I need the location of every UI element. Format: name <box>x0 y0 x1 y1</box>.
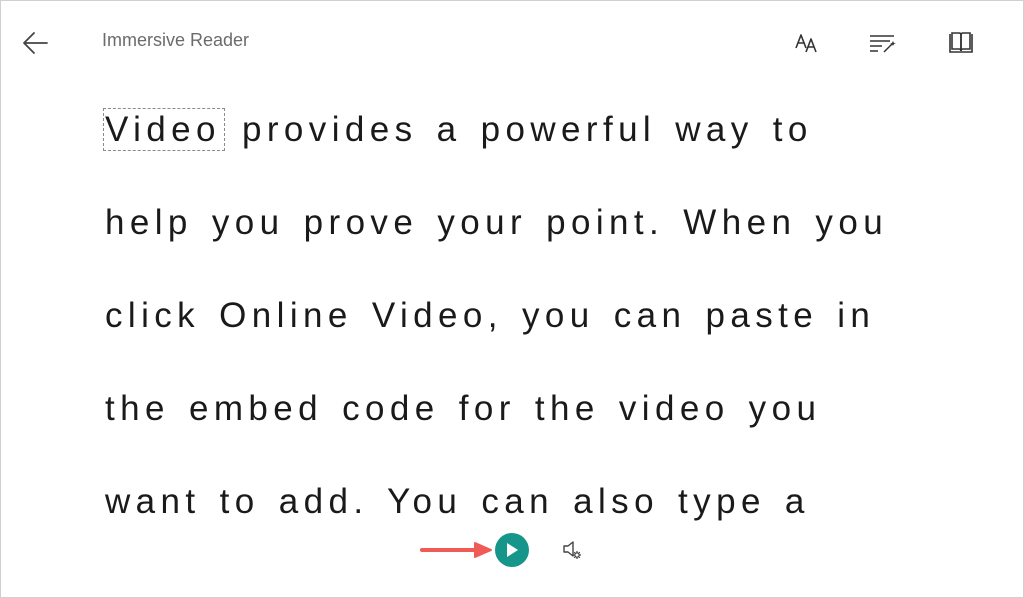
immersive-reader-window: Immersive Reader Video provides a powerf… <box>0 0 1024 598</box>
reading-content: Video provides a powerful way to help yo… <box>103 95 985 560</box>
back-button[interactable] <box>15 23 55 63</box>
grammar-options-button[interactable] <box>863 23 903 63</box>
playback-controls <box>1 531 1023 571</box>
focused-word[interactable]: Video <box>103 108 225 151</box>
reading-line: the embed code for the video you <box>105 389 822 428</box>
arrow-left-icon <box>23 32 48 54</box>
voice-settings-button[interactable] <box>557 535 587 565</box>
grammar-options-icon <box>870 35 896 53</box>
reading-line: help you prove your point. When you <box>105 203 889 242</box>
line-text: provides a powerful way to <box>222 110 813 149</box>
text-size-icon <box>795 34 817 53</box>
reading-line: Video provides a powerful way to <box>103 95 985 188</box>
play-button[interactable] <box>495 533 529 567</box>
play-icon <box>507 543 518 557</box>
text-preferences-button[interactable] <box>788 23 828 63</box>
app-title: Immersive Reader <box>102 30 250 50</box>
red-arrow-icon <box>420 542 492 558</box>
reading-preferences-button[interactable] <box>941 23 981 63</box>
reading-line: click Online Video, you can paste in <box>105 296 876 335</box>
book-icon <box>949 32 973 53</box>
voice-settings-icon <box>563 541 581 559</box>
